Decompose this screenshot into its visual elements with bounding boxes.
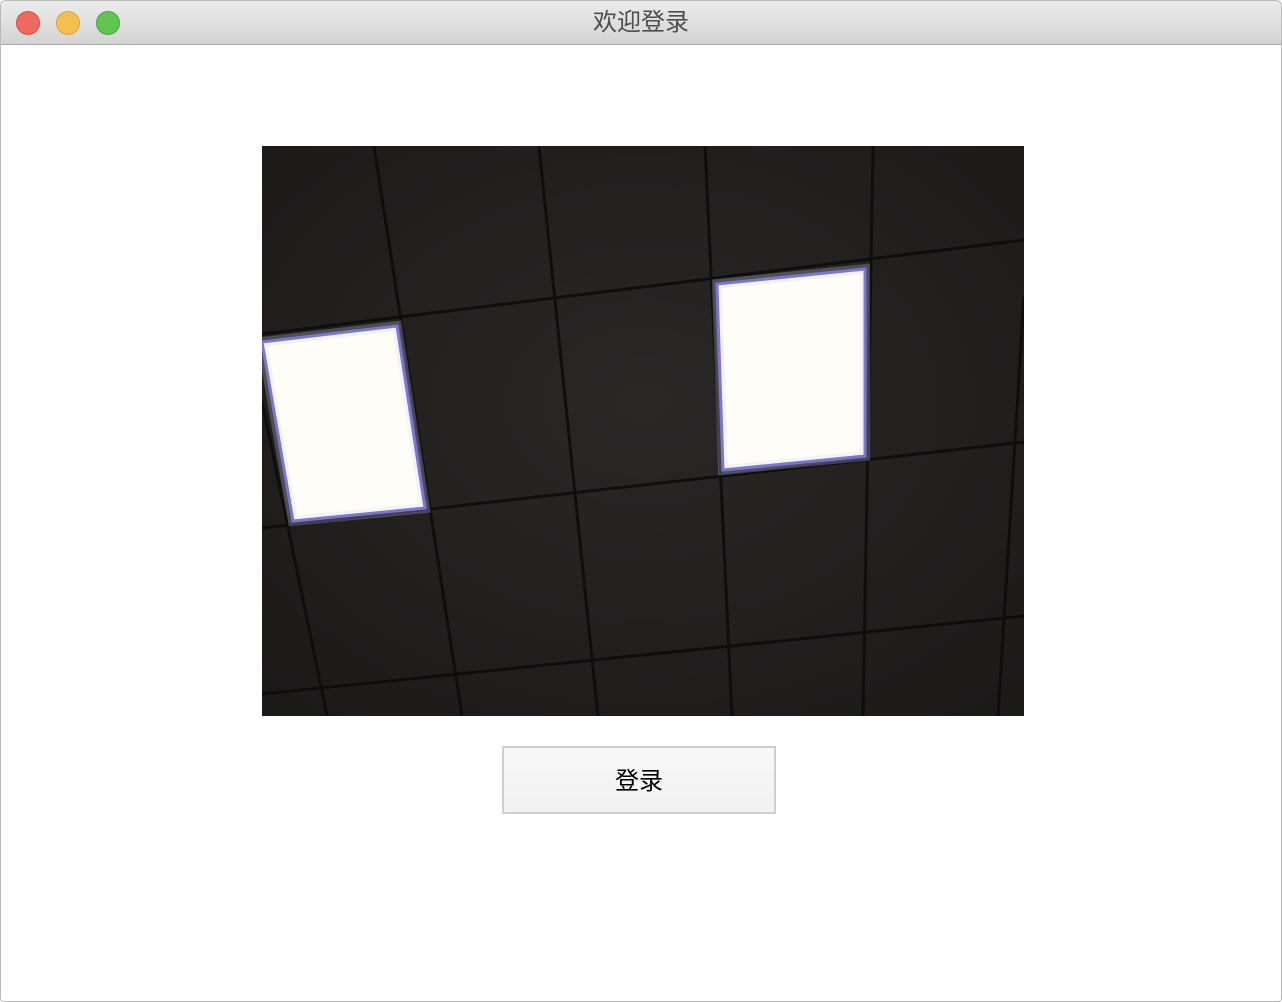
camera-preview	[262, 146, 1024, 716]
app-window: 欢迎登录 登录	[0, 0, 1282, 1002]
camera-feed-image	[262, 146, 1024, 716]
window-title: 欢迎登录	[593, 8, 689, 36]
main-content: 登录	[1, 45, 1281, 1001]
login-button[interactable]: 登录	[502, 746, 776, 814]
title-bar: 欢迎登录	[1, 1, 1281, 45]
